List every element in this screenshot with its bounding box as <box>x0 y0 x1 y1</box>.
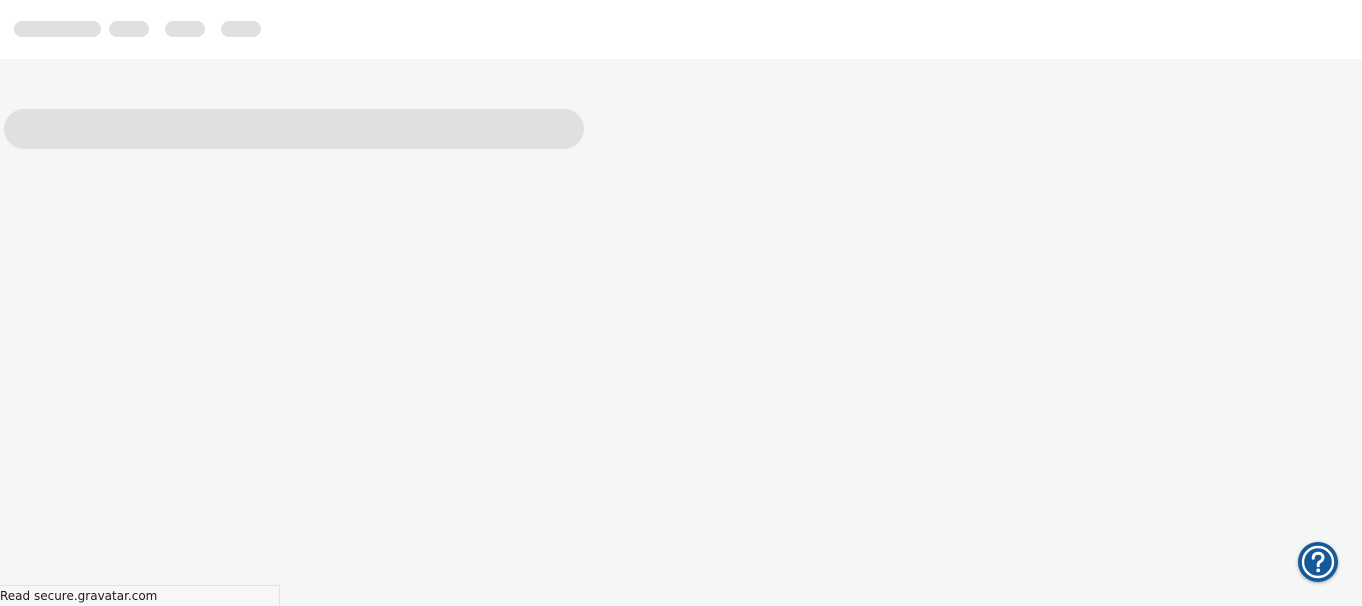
browser-status-bar: Read secure.gravatar.com <box>0 585 280 606</box>
help-circle-icon <box>1301 545 1335 579</box>
nav-skeleton-placeholder <box>165 21 205 37</box>
help-button[interactable] <box>1298 542 1338 582</box>
nav-skeleton-placeholder <box>14 21 101 37</box>
nav-skeleton-placeholder <box>109 21 149 37</box>
top-navigation-bar <box>0 0 1362 59</box>
search-bar-skeleton-placeholder <box>4 109 584 149</box>
page: Read secure.gravatar.com <box>0 0 1362 606</box>
nav-skeleton-placeholder <box>221 21 261 37</box>
